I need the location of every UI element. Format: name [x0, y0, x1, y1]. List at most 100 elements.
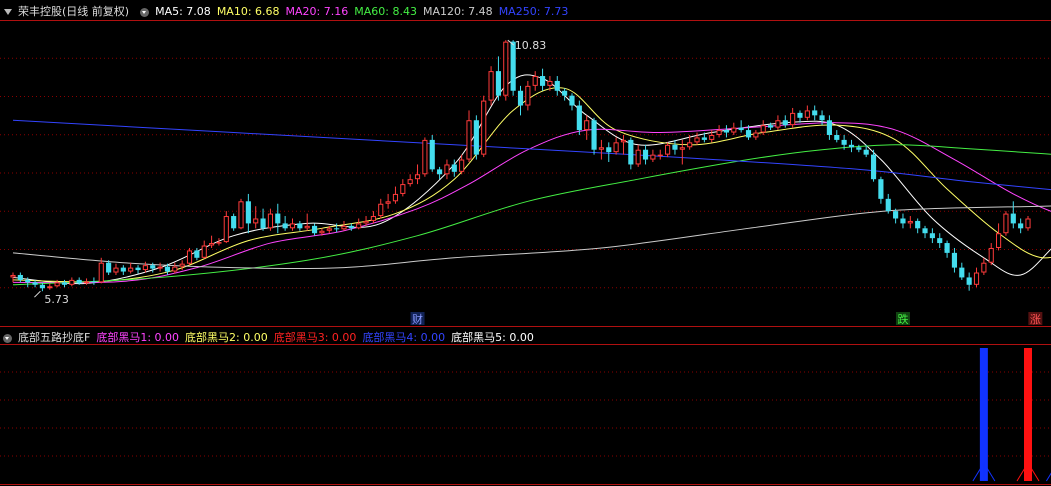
candle: [539, 68, 546, 91]
candle-body: [613, 142, 619, 153]
candle-body: [525, 85, 531, 106]
candle-body: [723, 130, 730, 133]
candle: [915, 218, 921, 234]
candle-body: [782, 120, 788, 126]
candle-body: [459, 159, 465, 172]
candle-body: [407, 179, 413, 185]
candle-body: [223, 216, 229, 243]
candle: [378, 198, 384, 219]
candle-body: [562, 90, 568, 96]
candle-body: [17, 274, 23, 280]
candle-body: [628, 139, 634, 165]
candle: [657, 149, 663, 160]
candle-body: [437, 169, 443, 175]
event-markers[interactable]: 财跌涨: [410, 312, 1043, 326]
collapse-triangle-icon[interactable]: [4, 8, 12, 15]
candle-body: [128, 267, 134, 272]
candle-body: [922, 228, 928, 234]
candle: [885, 193, 891, 214]
candle: [172, 262, 178, 274]
candle-body: [378, 203, 384, 217]
candle-body: [356, 223, 362, 229]
candle: [61, 279, 68, 288]
candle-body: [885, 198, 891, 212]
candle-body: [532, 76, 538, 86]
candle-body: [297, 223, 303, 229]
indicator-settings-icon[interactable]: [3, 333, 12, 343]
candle-body: [186, 250, 193, 264]
stock-chart[interactable]: 10.83 5.73 财 跌 涨: [0, 0, 1051, 486]
candle: [562, 88, 568, 101]
candle-body: [25, 279, 31, 283]
candle: [488, 66, 494, 106]
event-marker: 跌: [897, 312, 908, 326]
candle: [584, 115, 590, 140]
high-price-label: 10.83: [515, 39, 547, 52]
ma5-value: MA5: 7.08: [155, 5, 211, 18]
signal-bar: [1024, 348, 1032, 481]
candle: [267, 208, 274, 231]
candle-body: [245, 201, 251, 224]
candle-body: [517, 90, 524, 106]
candle: [186, 247, 193, 266]
candle-body: [275, 213, 281, 224]
candle-body: [326, 228, 332, 231]
candle-body: [135, 267, 141, 271]
candle-body: [731, 127, 737, 133]
candle: [620, 134, 627, 155]
candle-body: [32, 282, 38, 285]
candle: [385, 193, 391, 209]
settings-dropdown-icon[interactable]: [140, 7, 150, 17]
candle-body: [495, 71, 502, 96]
candle: [650, 149, 656, 162]
candle-body: [319, 230, 325, 234]
candle: [495, 56, 502, 101]
candle: [1010, 201, 1016, 229]
candle-body: [841, 139, 847, 145]
candle: [988, 243, 994, 266]
low-price-label: 5.73: [44, 293, 69, 306]
candle-body: [83, 281, 90, 284]
candle: [223, 211, 229, 244]
candle-body: [893, 211, 899, 219]
candle: [209, 235, 215, 248]
candle: [231, 213, 237, 231]
candle: [525, 80, 531, 111]
candle: [429, 134, 435, 172]
candle: [275, 203, 281, 234]
candle: [1025, 216, 1031, 231]
candle: [959, 262, 965, 280]
candle: [194, 247, 200, 261]
candle-body: [797, 112, 803, 118]
candle-body: [863, 149, 869, 155]
candle: [356, 218, 362, 230]
candle: [297, 220, 303, 231]
candle: [106, 260, 112, 275]
ma5-line: [12, 74, 1051, 285]
candle: [731, 122, 737, 135]
candle-body: [142, 265, 148, 271]
candle: [804, 105, 810, 121]
candle: [782, 115, 788, 128]
candle: [981, 257, 987, 275]
candle: [973, 267, 980, 288]
candle-body: [370, 216, 376, 221]
candle: [400, 179, 406, 197]
price-annotations: 10.83 5.73: [34, 39, 546, 306]
candle-body: [422, 139, 428, 175]
candle: [944, 240, 950, 258]
candle-body: [282, 223, 288, 229]
candle-body: [848, 144, 855, 148]
candle-body: [576, 105, 582, 131]
candle-body: [1025, 218, 1031, 229]
candle: [937, 233, 943, 248]
candle-body: [488, 71, 494, 101]
candle-body: [157, 266, 163, 269]
candle-body: [61, 282, 68, 285]
candle: [444, 159, 450, 180]
candle: [812, 105, 818, 121]
candle-body: [650, 154, 656, 160]
candle-body: [385, 201, 391, 204]
candle-body: [289, 223, 296, 229]
candle: [576, 100, 582, 135]
